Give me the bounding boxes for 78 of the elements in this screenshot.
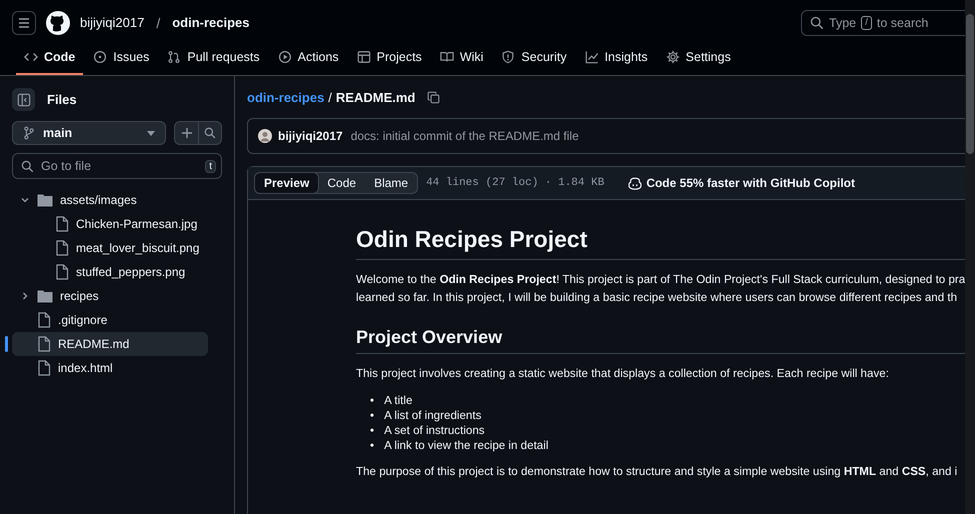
list-item: A link to view the recipe in detail (384, 438, 548, 453)
list-item: A list of ingredients (384, 408, 482, 423)
branch-merge-icon (167, 50, 182, 64)
line-graph-icon (584, 50, 599, 64)
bullet: • (370, 393, 374, 408)
repo-tab[interactable]: Settings (658, 45, 739, 75)
commit-author[interactable]: bijiyiqi2017 (278, 129, 343, 143)
circle-dot-icon (93, 50, 108, 64)
file-icon (37, 336, 51, 352)
copy-icon[interactable] (427, 90, 440, 104)
commit-message[interactable]: docs: initial commit of the README.md file (350, 129, 579, 143)
sidebar-title: Files (47, 92, 77, 107)
sidebar-panel-icon (16, 92, 30, 106)
search-icon (21, 160, 34, 172)
owner-link[interactable]: bijiyiqi2017 (80, 15, 144, 30)
repo-tab[interactable]: Projects (348, 45, 430, 75)
file-icon (55, 264, 69, 280)
branch-icon (23, 126, 35, 140)
branch-selector[interactable]: main (12, 121, 166, 145)
search-icon (810, 16, 824, 30)
repo-tab[interactable]: Code (16, 45, 84, 75)
folder-icon (37, 289, 53, 303)
file-icon (55, 216, 69, 232)
view-mode-tab[interactable]: Code (318, 173, 366, 193)
paragraph-line: Welcome to the Odin Recipes Project! This project is part of The Odin Project's Full Stack curriculum, designed to pra (356, 272, 966, 288)
avatar-icon[interactable] (258, 129, 272, 143)
bullet: • (370, 408, 374, 423)
octocat-logo-icon[interactable] (46, 10, 70, 34)
file-name: README.md (336, 90, 416, 104)
tree-file[interactable]: index.html (12, 356, 208, 380)
tree-file[interactable]: .gitignore (12, 308, 208, 332)
menu-icon (17, 16, 31, 30)
repo-tab[interactable]: Actions (270, 45, 347, 75)
tree-folder[interactable]: recipes (12, 284, 208, 308)
caret-icon (147, 130, 155, 136)
paragraph-line: This project involves creating a static website that displays a collection of recipes. Each recipe will have: (356, 366, 889, 382)
repo-link[interactable]: odin-recipes (247, 90, 324, 104)
list-item: A title (384, 393, 412, 408)
go-to-file-field[interactable]: Go to file t (12, 153, 222, 179)
bullet: • (370, 438, 374, 453)
folder-icon (37, 193, 53, 207)
view-mode-tab[interactable]: Blame (365, 173, 418, 193)
scrollbar[interactable] (965, 0, 975, 514)
tree-file[interactable]: stuffed_peppers.png (12, 260, 208, 284)
repo-tab[interactable]: Security (493, 45, 575, 75)
list-item: A set of instructions (384, 423, 485, 438)
shield-icon (501, 50, 516, 64)
repo-link[interactable]: odin-recipes (172, 15, 250, 30)
menu-button[interactable] (12, 10, 36, 34)
view-mode-tab[interactable]: Preview (254, 172, 320, 194)
path-separator: / (156, 14, 160, 30)
paragraph-line: learned so far. In this project, I will be building a basic recipe website where users can browse different recipes and th (356, 290, 958, 306)
tree-folder[interactable]: assets/images (12, 188, 208, 212)
plus-icon (180, 127, 192, 139)
gear-icon (666, 50, 680, 64)
repo-tab[interactable]: Issues (85, 45, 158, 75)
file-stats: 44 lines (27 loc) · 1.84 KB (426, 177, 604, 189)
play-icon (278, 50, 292, 64)
path-separator: / (328, 90, 332, 104)
table-icon (356, 50, 371, 64)
code-icon (24, 50, 38, 64)
paragraph-line: The purpose of this project is to demonstrate how to structure and style a simple website using HTML and CSS, and i (356, 464, 958, 480)
robot-icon (628, 176, 642, 190)
tree-file[interactable]: Chicken-Parmesan.jpg (12, 212, 208, 236)
book-icon (440, 50, 454, 64)
bullet: • (370, 423, 374, 438)
file-icon (55, 240, 69, 256)
repo-tab[interactable]: Insights (576, 45, 656, 75)
copilot-link[interactable]: Code 55% faster with GitHub Copilot (628, 176, 855, 190)
repo-tab[interactable]: Pull requests (159, 45, 268, 75)
sidebar-toggle-button[interactable] (12, 88, 35, 111)
tree-file[interactable]: meat_lover_biscuit.png (12, 236, 208, 260)
chevron-down-icon (20, 195, 30, 205)
file-icon (37, 360, 51, 376)
file-icon (37, 312, 51, 328)
chevron-right-icon (20, 291, 30, 301)
repo-tab[interactable]: Wiki (432, 45, 492, 75)
search-icon (204, 127, 216, 139)
